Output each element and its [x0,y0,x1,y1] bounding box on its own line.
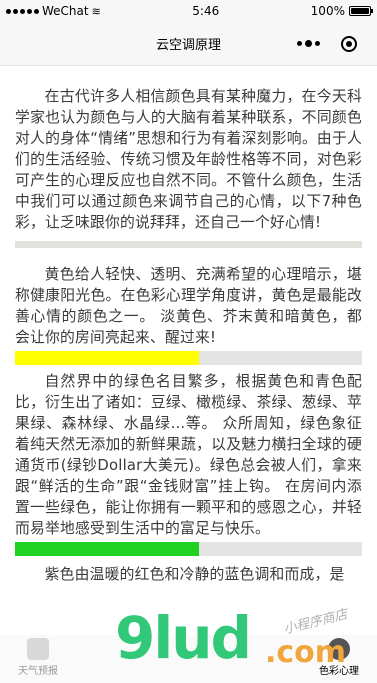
battery-percent: 100% [310,4,345,18]
tab-bar: 天气预报 色彩心理 [0,635,377,683]
yellow-bar-fill [15,351,199,365]
page-title: 云空调原理 [155,38,221,53]
close-target-icon[interactable] [341,36,357,52]
status-bar: WeChat ≋ 5:46 100% [0,0,377,22]
carrier-group: WeChat ≋ [6,4,101,18]
weather-icon [27,638,49,660]
battery-icon [348,6,373,16]
article: 在古代许多人相信颜色具有某种魔力，在今天科学家也认为颜色与人的大脑有着某种联系，… [0,86,377,585]
more-icon[interactable] [297,40,320,47]
clock: 5:46 [192,4,220,18]
intro-paragraph: 在古代许多人相信颜色具有某种魔力，在今天科学家也认为颜色与人的大脑有着某种联系，… [15,88,362,231]
palette-icon [328,638,350,660]
yellow-color-bar [15,351,362,365]
green-paragraph: 自然界中的绿色名目繁多，根据黄色和青色配比，衍生出了诸如：豆绿、橄榄绿、茶绿、葱… [15,373,362,537]
purple-paragraph: 紫色由温暖的红色和冷静的蓝色调和而成，是 [44,566,345,583]
tab-weather[interactable]: 天气预报 [18,638,58,677]
miniprogram-capsule [289,30,365,58]
yellow-paragraph: 黄色给人轻快、透明、充满希望的心理暗示，堪称健康阳光色。在色彩心理学角度讲，黄色… [15,266,362,346]
tab-color-psychology[interactable]: 色彩心理 [319,638,359,677]
green-bar-fill [15,542,199,556]
nav-bar: 云空调原理 [0,22,377,66]
carrier-label: WeChat [42,4,89,18]
signal-icon [6,8,39,14]
section-divider [15,241,362,248]
wifi-icon: ≋ [91,4,101,18]
battery-group: 100% [310,4,373,18]
watermark-sub: 小程序商店 [282,607,351,638]
tab-psych-label: 色彩心理 [319,666,359,677]
green-color-bar [15,542,362,556]
tab-weather-label: 天气预报 [18,666,58,677]
